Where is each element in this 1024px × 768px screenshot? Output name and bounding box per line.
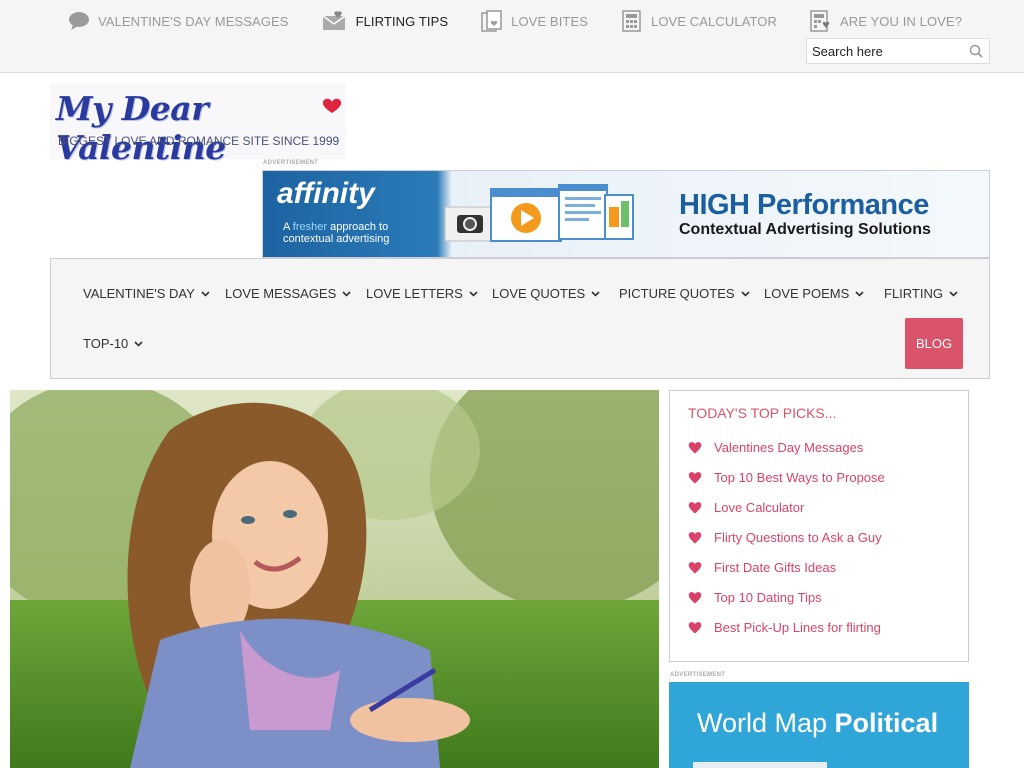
logo-title: My Dear Valentine bbox=[56, 89, 226, 167]
side-ad-map-preview bbox=[693, 762, 827, 768]
banner-headline: HIGH Performance bbox=[679, 189, 929, 221]
search-input[interactable] bbox=[807, 39, 957, 63]
nav-label: LOVE QUOTES bbox=[492, 286, 586, 301]
side-ad-text-regular: World Map bbox=[697, 708, 835, 738]
nav-love-letters[interactable]: LOVE LETTERS bbox=[366, 286, 478, 301]
chat-bubble-icon bbox=[68, 10, 90, 32]
heart-icon bbox=[688, 472, 702, 484]
nav-valentines-day[interactable]: VALENTINE'S DAY bbox=[83, 286, 210, 301]
nav-love-poems[interactable]: LOVE POEMS bbox=[764, 286, 864, 301]
top-pick-link[interactable]: First Date Gifts Ideas bbox=[688, 560, 836, 575]
nav-label: LOVE MESSAGES bbox=[225, 286, 337, 301]
top-pick-label: Flirty Questions to Ask a Guy bbox=[714, 530, 882, 545]
top-pick-link[interactable]: Top 10 Best Ways to Propose bbox=[688, 470, 885, 485]
calculator-icon bbox=[621, 10, 643, 32]
site-logo[interactable]: My Dear Valentine BIGGEST LOVE AND ROMAN… bbox=[50, 83, 346, 167]
nav-label: LOVE POEMS bbox=[764, 286, 850, 301]
chevron-down-icon bbox=[591, 290, 600, 297]
banner-ad[interactable]: affinity A fresher approach to contextua… bbox=[262, 170, 990, 258]
topnav-love-calculator[interactable]: LOVE CALCULATOR bbox=[621, 9, 777, 33]
nav-flirting[interactable]: FLIRTING bbox=[884, 286, 958, 301]
topnav-flirting-tips[interactable]: FLIRTING TIPS bbox=[322, 9, 449, 33]
top-pick-label: First Date Gifts Ideas bbox=[714, 560, 837, 575]
chevron-down-icon bbox=[855, 290, 864, 297]
side-ad-text-bold: Political bbox=[834, 708, 939, 738]
chevron-down-icon bbox=[949, 290, 958, 297]
ad-label: ADVERTISEMENT bbox=[670, 672, 726, 678]
chevron-down-icon bbox=[741, 290, 750, 297]
nav-label: PICTURE QUOTES bbox=[619, 286, 735, 301]
logo-tagline: BIGGEST LOVE AND ROMANCE SITE SINCE 1999 bbox=[58, 134, 340, 148]
top-pick-label: Top 10 Dating Tips bbox=[714, 590, 822, 605]
heart-icon bbox=[321, 97, 343, 122]
top-pick-link[interactable]: Flirty Questions to Ask a Guy bbox=[688, 530, 882, 545]
top-pick-link[interactable]: Valentines Day Messages bbox=[688, 440, 863, 455]
chevron-down-icon bbox=[342, 290, 351, 297]
topnav-label: LOVE CALCULATOR bbox=[651, 13, 778, 29]
banner-sub-line2: contextual advertising bbox=[283, 233, 390, 245]
top-picks-title: TODAY'S TOP PICKS... bbox=[688, 405, 837, 421]
chevron-down-icon bbox=[201, 290, 210, 297]
banner-sub-pre: A bbox=[283, 221, 293, 233]
banner-subtext: A fresher approach to contextual adverti… bbox=[283, 221, 389, 245]
ad-label: ADVERTISEMENT bbox=[263, 160, 319, 166]
heart-icon bbox=[688, 622, 702, 634]
top-pick-link[interactable]: Top 10 Dating Tips bbox=[688, 590, 822, 605]
heart-icon bbox=[688, 592, 702, 604]
nav-picture-quotes[interactable]: PICTURE QUOTES bbox=[619, 286, 750, 301]
top-pick-label: Best Pick-Up Lines for flirting bbox=[714, 620, 881, 635]
banner-illustration bbox=[441, 177, 661, 257]
chevron-down-icon bbox=[469, 290, 478, 297]
nav-label: VALENTINE'S DAY bbox=[83, 286, 195, 301]
top-pick-label: Top 10 Best Ways to Propose bbox=[714, 470, 885, 485]
banner-tagline: Contextual Advertising Solutions bbox=[679, 221, 931, 238]
side-ad[interactable]: World Map Political bbox=[669, 682, 969, 768]
top-pick-label: Love Calculator bbox=[714, 500, 805, 515]
search-box bbox=[806, 38, 990, 64]
nav-love-quotes[interactable]: LOVE QUOTES bbox=[492, 286, 600, 301]
banner-brand: affinity bbox=[277, 177, 375, 210]
top-utility-bar: VALENTINE'S DAY MESSAGES FLIRTING TIPS L… bbox=[0, 0, 1024, 73]
topnav-valentines-day-messages[interactable]: VALENTINE'S DAY MESSAGES bbox=[68, 9, 289, 33]
main-nav: VALENTINE'S DAY LOVE MESSAGES LOVE LETTE… bbox=[50, 258, 990, 379]
top-nav: VALENTINE'S DAY MESSAGES FLIRTING TIPS L… bbox=[68, 9, 995, 33]
search-icon[interactable] bbox=[969, 44, 983, 58]
topnav-label: LOVE BITES bbox=[511, 13, 588, 29]
chevron-down-icon bbox=[134, 340, 143, 347]
topnav-label: FLIRTING TIPS bbox=[355, 13, 449, 29]
heart-icon bbox=[688, 562, 702, 574]
nav-label: TOP-10 bbox=[83, 336, 129, 351]
hero-image bbox=[10, 390, 659, 768]
topnav-love-bites[interactable]: LOVE BITES bbox=[481, 9, 588, 33]
banner-sub-fresh: fresher bbox=[292, 221, 328, 233]
banner-sub-post: approach to bbox=[327, 221, 389, 233]
documents-icon bbox=[481, 10, 503, 32]
top-pick-link[interactable]: Best Pick-Up Lines for flirting bbox=[688, 620, 881, 635]
nav-love-messages[interactable]: LOVE MESSAGES bbox=[225, 286, 351, 301]
heart-icon bbox=[688, 502, 702, 514]
nav-top-10[interactable]: TOP-10 bbox=[83, 336, 143, 351]
top-picks-box: TODAY'S TOP PICKS... Valentines Day Mess… bbox=[669, 390, 969, 662]
calculator-heart-icon bbox=[810, 10, 832, 32]
blog-button[interactable]: BLOG bbox=[905, 318, 963, 369]
nav-label: LOVE LETTERS bbox=[366, 286, 463, 301]
topnav-are-you-in-love[interactable]: ARE YOU IN LOVE? bbox=[810, 9, 962, 33]
topnav-label: VALENTINE'S DAY MESSAGES bbox=[98, 13, 289, 29]
love-letter-icon bbox=[322, 10, 348, 32]
top-pick-link[interactable]: Love Calculator bbox=[688, 500, 804, 515]
side-ad-text: World Map Political bbox=[697, 708, 938, 739]
heart-icon bbox=[688, 532, 702, 544]
nav-label: FLIRTING bbox=[884, 286, 943, 301]
top-pick-label: Valentines Day Messages bbox=[714, 440, 864, 455]
heart-icon bbox=[688, 442, 702, 454]
topnav-label: ARE YOU IN LOVE? bbox=[840, 13, 963, 29]
